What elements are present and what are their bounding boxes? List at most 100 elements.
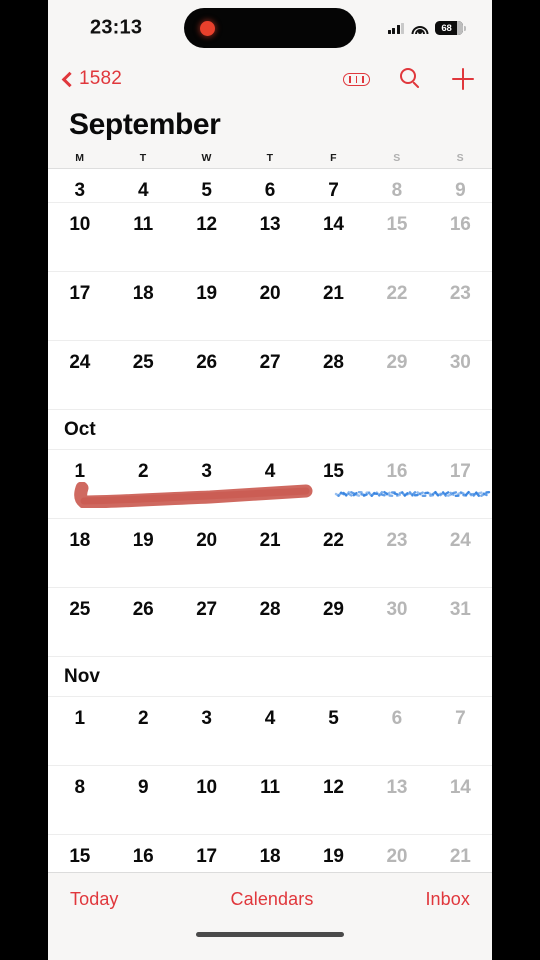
inbox-button[interactable]: Inbox (425, 889, 470, 910)
calendar-day-cell[interactable]: 11 (111, 203, 174, 236)
weekday-label-6: S (456, 152, 464, 164)
calendar-day-cell[interactable]: 31 (429, 588, 492, 621)
calendar-day-cell[interactable]: 27 (238, 341, 301, 374)
month-separator-label: Oct (48, 410, 492, 450)
calendar-day-cell[interactable]: 19 (175, 272, 238, 305)
home-indicator[interactable] (196, 932, 344, 937)
calendar-week-row: 17 18 19 20 21 22 23 (48, 272, 492, 341)
calendar-day-cell[interactable]: 7 (429, 697, 492, 730)
calendar-day-cell[interactable]: 2 (111, 450, 174, 483)
calendar-day-cell[interactable]: 20 (175, 519, 238, 552)
calendar-day-cell[interactable]: 24 (48, 341, 111, 374)
calendar-day-cell[interactable]: 10 (175, 766, 238, 799)
calendar-day-cell[interactable]: 23 (429, 272, 492, 305)
calendar-day-cell[interactable]: 11 (238, 766, 301, 799)
calendar-day-cell[interactable]: 5 (302, 697, 365, 730)
calendar-day-cell[interactable]: 6 (365, 697, 428, 730)
calendar-day-cell[interactable]: 1 (48, 450, 111, 483)
battery-icon: 68 (435, 21, 463, 35)
calendar-day-cell[interactable]: 3 (175, 450, 238, 483)
status-bar-time: 23:13 (90, 16, 143, 39)
calendar-day-cell[interactable]: 21 (429, 835, 492, 868)
home-indicator-area (48, 926, 492, 960)
calendar-day-cell[interactable]: 20 (238, 272, 301, 305)
calendar-tracks-icon[interactable] (343, 72, 370, 86)
calendar-day-cell[interactable]: 19 (302, 835, 365, 868)
cellular-signal-icon (387, 22, 404, 34)
calendar-day-cell[interactable]: 27 (175, 588, 238, 621)
today-button[interactable]: Today (70, 889, 119, 910)
plus-icon[interactable] (452, 68, 474, 90)
calendar-week-row: 1234567 (48, 697, 492, 766)
weekday-label-5: S (393, 152, 401, 164)
calendar-day-cell[interactable]: 15 (48, 835, 111, 868)
calendar-day-cell[interactable]: 8 (365, 180, 428, 202)
calendar-day-cell[interactable]: 15 (302, 450, 365, 483)
calendar-day-cell[interactable]: 8 (48, 766, 111, 799)
calendar-day-cell[interactable]: 23 (365, 519, 428, 552)
calendar-day-cell[interactable]: 28 (302, 341, 365, 374)
calendar-day-cell[interactable]: 16 (111, 835, 174, 868)
calendar-day-cell[interactable]: 5 (175, 180, 238, 202)
calendar-day-cell[interactable]: 18 (48, 519, 111, 552)
back-button-label: 1582 (79, 68, 123, 89)
calendar-day-cell[interactable]: 17 (429, 450, 492, 483)
battery-percent-label: 68 (441, 22, 452, 34)
calendar-week-row: 18 19 20 21 22 23 24 (48, 519, 492, 588)
calendar-day-cell[interactable]: 21 (238, 519, 301, 552)
calendar-day-cell[interactable]: 1 (48, 697, 111, 730)
calendar-day-cell[interactable]: 28 (238, 588, 301, 621)
calendar-day-cell[interactable]: 2 (111, 697, 174, 730)
calendar-day-cell[interactable]: 29 (302, 588, 365, 621)
calendar-day-cell[interactable]: 18 (238, 835, 301, 868)
calendar-day-cell[interactable]: 13 (238, 203, 301, 236)
calendar-day-cell[interactable]: 24 (429, 519, 492, 552)
month-separator-label: Nov (48, 657, 492, 697)
calendars-button[interactable]: Calendars (231, 889, 314, 910)
calendar-day-cell[interactable]: 12 (175, 203, 238, 236)
search-icon[interactable] (400, 68, 422, 90)
calendar-day-cell[interactable]: 9 (429, 180, 492, 202)
back-button[interactable]: 1582 (61, 68, 123, 90)
calendar-day-cell[interactable]: 18 (111, 272, 174, 305)
calendar-day-cell[interactable]: 17 (48, 272, 111, 305)
calendar-day-cell[interactable]: 21 (302, 272, 365, 305)
calendar-day-cell[interactable]: 10 (48, 203, 111, 236)
navigation-bar: 1582 (48, 56, 492, 102)
red-underline-mark (70, 482, 320, 508)
calendar-day-cell[interactable]: 26 (175, 341, 238, 374)
calendar-day-cell[interactable]: 9 (111, 766, 174, 799)
calendar-day-cell[interactable]: 7 (302, 180, 365, 202)
calendar-grid[interactable]: 3 4 5 6 7 8 9 10 11 12 13 14 15 16 17 18 19 20 21 22 23 24 25 2… (48, 169, 492, 872)
calendar-day-cell[interactable]: 3 (175, 697, 238, 730)
calendar-day-cell[interactable]: 4 (238, 450, 301, 483)
calendar-day-cell[interactable]: 14 (429, 766, 492, 799)
calendar-week-row: 24 25 26 27 28 29 30 (48, 341, 492, 410)
dynamic-island[interactable] (184, 8, 356, 48)
calendar-day-cell[interactable]: 26 (111, 588, 174, 621)
calendar-day-cell[interactable]: 19 (111, 519, 174, 552)
calendar-day-cell[interactable]: 25 (111, 341, 174, 374)
calendar-day-cell[interactable]: 16 (365, 450, 428, 483)
bottom-toolbar: Today Calendars Inbox (48, 872, 492, 926)
calendar-day-cell[interactable]: 4 (238, 697, 301, 730)
calendar-day-cell[interactable]: 30 (365, 588, 428, 621)
calendar-day-cell[interactable]: 22 (302, 519, 365, 552)
calendar-day-cell[interactable]: 17 (175, 835, 238, 868)
calendar-day-cell[interactable]: 25 (48, 588, 111, 621)
calendar-day-cell[interactable]: 13 (365, 766, 428, 799)
calendar-day-cell[interactable]: 3 (48, 180, 111, 202)
blue-underline-mark (332, 488, 492, 502)
calendar-day-cell[interactable]: 12 (302, 766, 365, 799)
calendar-day-cell[interactable]: 22 (365, 272, 428, 305)
calendar-day-cell[interactable]: 20 (365, 835, 428, 868)
calendar-day-cell[interactable]: 30 (429, 341, 492, 374)
weekday-header: MTWTFSS (48, 152, 492, 169)
calendar-day-cell[interactable]: 4 (111, 180, 174, 202)
calendar-day-cell[interactable]: 15 (365, 203, 428, 236)
calendar-day-cell[interactable]: 14 (302, 203, 365, 236)
calendar-day-cell[interactable]: 6 (238, 180, 301, 202)
calendar-week-row: 8 9 10 11 12 13 14 (48, 766, 492, 835)
calendar-day-cell[interactable]: 16 (429, 203, 492, 236)
calendar-day-cell[interactable]: 29 (365, 341, 428, 374)
